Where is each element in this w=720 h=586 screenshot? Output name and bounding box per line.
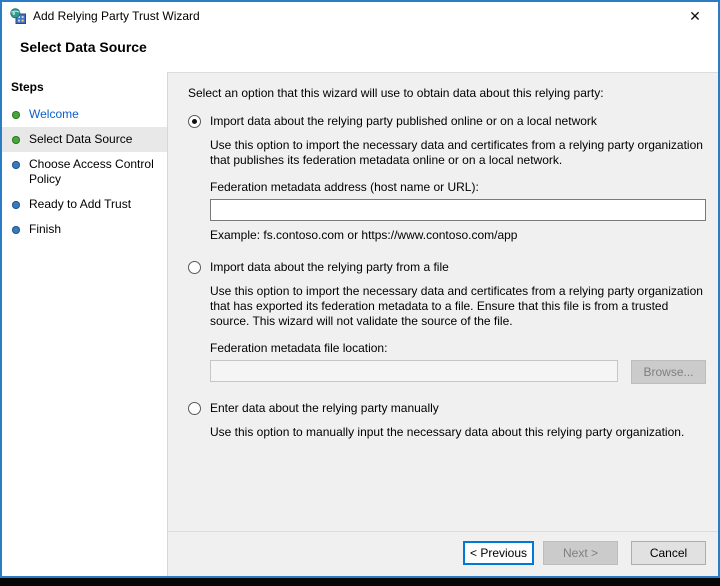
step-label: Ready to Add Trust [29, 197, 132, 211]
federation-metadata-address-input[interactable] [210, 199, 706, 221]
radio-button-unselected[interactable] [188, 261, 201, 274]
radio-button-selected[interactable] [188, 115, 201, 128]
close-icon[interactable]: ✕ [682, 4, 708, 28]
step-upcoming-bullet-icon [12, 201, 20, 209]
sidebar-item-select-data-source: Select Data Source [2, 127, 167, 152]
option-import-online: Import data about the relying party publ… [188, 114, 706, 243]
sidebar-item-ready-to-add-trust: Ready to Add Trust [2, 192, 167, 217]
federation-metadata-address-label: Federation metadata address (host name o… [210, 180, 479, 194]
radio-row-import-file[interactable]: Import data about the relying party from… [188, 260, 706, 275]
federation-metadata-file-input[interactable] [210, 360, 618, 382]
data-source-form: Select an option that this wizard will u… [168, 73, 718, 531]
browse-button[interactable]: Browse... [631, 360, 706, 384]
wizard-button-bar: < Previous Next > Cancel [168, 531, 718, 576]
step-upcoming-bullet-icon [12, 226, 20, 234]
main-pane: Select an option that this wizard will u… [168, 72, 718, 576]
option-description: Use this option to import the necessary … [210, 138, 703, 167]
step-current-bullet-icon [12, 136, 20, 144]
sidebar-item-choose-access-control-policy: Choose Access Control Policy [2, 152, 167, 192]
step-done-bullet-icon [12, 111, 20, 119]
sidebar-item-finish: Finish [2, 217, 167, 242]
wizard-content: Steps Welcome Select Data Source Choose … [2, 72, 718, 576]
radio-label: Enter data about the relying party manua… [210, 401, 439, 415]
next-button[interactable]: Next > [543, 541, 618, 565]
option-description: Use this option to import the necessary … [210, 284, 703, 328]
page-title: Select Data Source [20, 39, 147, 55]
step-label: Welcome [29, 107, 79, 121]
page-header: Select Data Source [2, 30, 718, 72]
steps-heading: Steps [11, 80, 44, 94]
radio-row-import-online[interactable]: Import data about the relying party publ… [188, 114, 706, 129]
step-label: Select Data Source [29, 132, 133, 146]
option-enter-manually: Enter data about the relying party manua… [188, 401, 706, 440]
step-label: Finish [29, 222, 62, 236]
example-text: Example: fs.contoso.com or https://www.c… [210, 228, 518, 242]
option-description: Use this option to manually input the ne… [210, 425, 685, 439]
sidebar-item-welcome[interactable]: Welcome [2, 102, 167, 127]
cancel-button[interactable]: Cancel [631, 541, 706, 565]
window-title: Add Relying Party Trust Wizard [33, 9, 200, 23]
radio-label: Import data about the relying party publ… [210, 114, 597, 128]
step-upcoming-bullet-icon [12, 161, 20, 169]
steps-sidebar: Steps Welcome Select Data Source Choose … [2, 72, 168, 576]
adfs-wizard-icon [10, 8, 26, 24]
federation-metadata-file-label: Federation metadata file location: [210, 341, 388, 355]
previous-button[interactable]: < Previous [463, 541, 534, 565]
wizard-window: Add Relying Party Trust Wizard ✕ Select … [0, 0, 720, 578]
option-import-file: Import data about the relying party from… [188, 260, 706, 384]
radio-row-enter-manually[interactable]: Enter data about the relying party manua… [188, 401, 706, 416]
title-bar: Add Relying Party Trust Wizard ✕ [2, 2, 718, 30]
radio-label: Import data about the relying party from… [210, 260, 449, 274]
radio-button-unselected[interactable] [188, 402, 201, 415]
intro-text: Select an option that this wizard will u… [188, 86, 604, 100]
step-label: Choose Access Control Policy [29, 157, 154, 186]
